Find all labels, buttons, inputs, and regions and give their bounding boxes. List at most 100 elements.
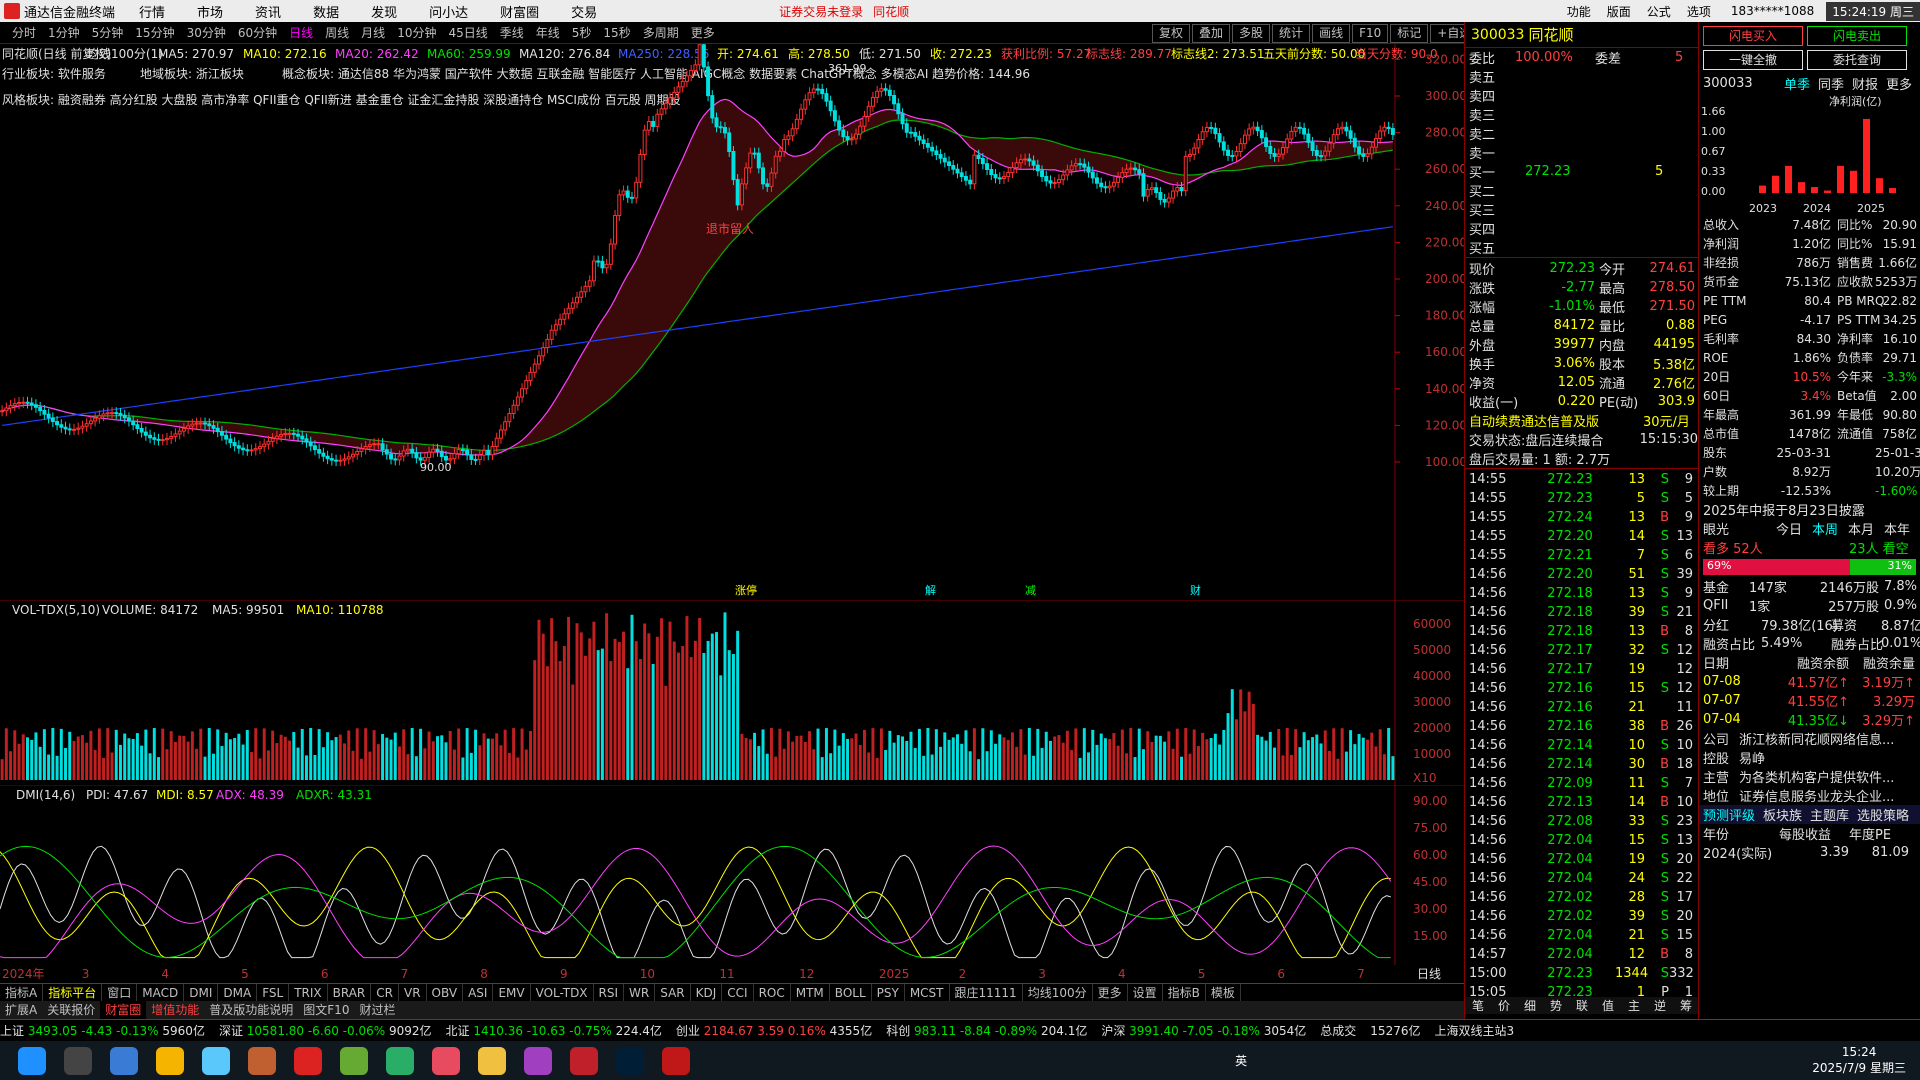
indicator-tab-10[interactable]: VR [399, 984, 427, 1001]
indicator-tab-11[interactable]: OBV [427, 984, 464, 1001]
menu-item-2[interactable]: 资讯 [255, 6, 281, 21]
indicator-tab-7[interactable]: TRIX [289, 984, 328, 1001]
period-tab-9[interactable]: 10分钟 [397, 24, 436, 41]
title-right-item-0[interactable]: 功能 [1567, 3, 1591, 20]
indicator-tab-27[interactable]: 更多 [1093, 984, 1128, 1001]
indicator-tab-2[interactable]: 窗口 [102, 984, 138, 1001]
title-right-item-3[interactable]: 选项 [1687, 3, 1711, 20]
detail-tab-4[interactable]: 联 [1569, 997, 1595, 1014]
tool-button-0[interactable]: 复权 [1152, 24, 1191, 43]
index-2[interactable]: 北证 1410.36 -10.63 -0.75% 224.4亿 [446, 1022, 662, 1039]
login-notice[interactable]: 证券交易未登录 [779, 3, 863, 20]
index-3[interactable]: 创业 2184.67 3.59 0.16% 4355亿 [676, 1022, 872, 1039]
notice-stock[interactable]: 同花顺 [873, 3, 909, 20]
eye-tab-0[interactable]: 今日 [1776, 519, 1802, 538]
title-right-item-2[interactable]: 公式 [1647, 3, 1671, 20]
tool-button-3[interactable]: 统计 [1272, 24, 1311, 43]
indicator-tab-19[interactable]: CCI [722, 984, 754, 1001]
indicator-tab-24[interactable]: MCST [905, 984, 950, 1001]
indicator-tab-30[interactable]: 模板 [1206, 984, 1241, 1001]
menu-item-1[interactable]: 市场 [197, 6, 223, 21]
period-tab-7[interactable]: 周线 [325, 24, 349, 41]
fin-tab-3[interactable]: 更多 [1886, 74, 1912, 93]
tray-clock[interactable]: 15:24 2025/7/9 星期三 [1812, 1045, 1906, 1076]
detail-tab-8[interactable]: 筹 [1673, 997, 1699, 1014]
predict-tab-0[interactable]: 预测评级 [1703, 805, 1755, 824]
period-tab-8[interactable]: 月线 [361, 24, 385, 41]
trade-button-1[interactable]: 闪电卖出 [1807, 26, 1907, 46]
detail-tab-2[interactable]: 细 [1517, 997, 1543, 1014]
period-tab-2[interactable]: 5分钟 [92, 24, 124, 41]
indicator-tab-3[interactable]: MACD [137, 984, 185, 1001]
detail-tab-5[interactable]: 值 [1595, 997, 1621, 1014]
menu-item-4[interactable]: 发现 [371, 6, 397, 21]
eye-tab-1[interactable]: 本周 [1812, 519, 1838, 538]
windows-start-icon[interactable] [18, 1046, 46, 1075]
indicator-tab-0[interactable]: 指标A [0, 984, 44, 1001]
index-1[interactable]: 深证 10581.80 -6.60 -0.06% 9092亿 [219, 1022, 432, 1039]
menu-item-0[interactable]: 行情 [139, 6, 165, 21]
fin-tab-0[interactable]: 单季 [1784, 74, 1810, 93]
docs-icon[interactable] [524, 1046, 552, 1075]
lang-indicator[interactable]: 英 [1235, 1052, 1247, 1069]
extend-tab-3[interactable]: 增值功能 [146, 1001, 204, 1019]
indicator-tab-17[interactable]: SAR [655, 984, 691, 1001]
index-4[interactable]: 科创 983.11 -8.84 -0.89% 204.1亿 [886, 1022, 1087, 1039]
period-tab-12[interactable]: 年线 [536, 24, 560, 41]
predict-tab-2[interactable]: 主题库 [1810, 805, 1849, 824]
photoshop-icon[interactable] [616, 1046, 644, 1075]
period-tab-11[interactable]: 季线 [500, 24, 524, 41]
period-tab-16[interactable]: 更多 [691, 24, 715, 41]
indicator-tab-12[interactable]: ASI [463, 984, 494, 1001]
indicator-tab-18[interactable]: KDJ [691, 984, 723, 1001]
indicator-tab-8[interactable]: BRAR [328, 984, 372, 1001]
spreadsheet-icon[interactable] [340, 1046, 368, 1075]
game-icon[interactable] [248, 1046, 276, 1075]
dmi-chart[interactable]: DMI(14,6) PDI: 47.67 MDI: 8.57 ADX: 48.39 AD… [0, 785, 1464, 965]
media-icon[interactable] [432, 1046, 460, 1075]
indicator-tab-20[interactable]: ROC [754, 984, 791, 1001]
indicator-tab-26[interactable]: 均线100分 [1023, 984, 1093, 1001]
indicator-tab-23[interactable]: PSY [872, 984, 905, 1001]
period-tab-15[interactable]: 多周期 [643, 24, 679, 41]
fin-tab-2[interactable]: 财报 [1852, 74, 1878, 93]
extend-tab-5[interactable]: 图文F10 [298, 1001, 354, 1019]
indicator-tab-5[interactable]: DMA [218, 984, 258, 1001]
period-tab-5[interactable]: 60分钟 [238, 24, 277, 41]
title-right-item-1[interactable]: 版面 [1607, 3, 1631, 20]
period-tab-0[interactable]: 分时 [12, 24, 36, 41]
widgets-icon[interactable] [64, 1046, 92, 1075]
user-account[interactable]: 183*****1088 [1731, 4, 1814, 18]
extend-tab-0[interactable]: 扩展A [0, 1001, 42, 1019]
extend-tab-6[interactable]: 财过栏 [354, 1001, 400, 1019]
trade-button-0[interactable]: 闪电买入 [1703, 26, 1803, 46]
indicator-tab-6[interactable]: FSL [257, 984, 290, 1001]
indicator-tab-21[interactable]: MTM [791, 984, 830, 1001]
indicator-tab-4[interactable]: DMI [184, 984, 219, 1001]
detail-tab-7[interactable]: 逆 [1647, 997, 1673, 1014]
stock-app-icon[interactable] [294, 1046, 322, 1075]
menu-item-3[interactable]: 数据 [313, 6, 339, 21]
indicator-tab-14[interactable]: VOL-TDX [531, 984, 594, 1001]
trade-button-3[interactable]: 委托查询 [1807, 50, 1907, 70]
detail-tab-6[interactable]: 主 [1621, 997, 1647, 1014]
period-tab-4[interactable]: 30分钟 [187, 24, 226, 41]
volume-chart[interactable]: VOL-TDX(5,10) VOLUME: 84172 MA5: 99501 MA10… [0, 600, 1464, 785]
notes-icon[interactable] [202, 1046, 230, 1075]
detail-tab-3[interactable]: 势 [1543, 997, 1569, 1014]
tool-button-4[interactable]: 画线 [1312, 24, 1351, 43]
indicator-tab-1[interactable]: 指标平台 [43, 984, 103, 1001]
period-tab-3[interactable]: 15分钟 [135, 24, 174, 41]
extend-tab-1[interactable]: 关联报价 [42, 1001, 100, 1019]
indicator-tab-22[interactable]: BOLL [830, 984, 872, 1001]
period-tab-6[interactable]: 日线 [289, 24, 313, 41]
wps-icon[interactable] [570, 1046, 598, 1075]
indicator-tab-15[interactable]: RSI [594, 984, 625, 1001]
tool-button-5[interactable]: F10 [1352, 24, 1389, 43]
indicator-tab-9[interactable]: CR [371, 984, 399, 1001]
tool-button-2[interactable]: 多股 [1232, 24, 1271, 43]
wechat-icon[interactable] [386, 1046, 414, 1075]
menu-item-7[interactable]: 交易 [571, 6, 597, 21]
eye-tab-3[interactable]: 本年 [1884, 519, 1910, 538]
predict-tab-3[interactable]: 选股策略 [1857, 805, 1909, 824]
